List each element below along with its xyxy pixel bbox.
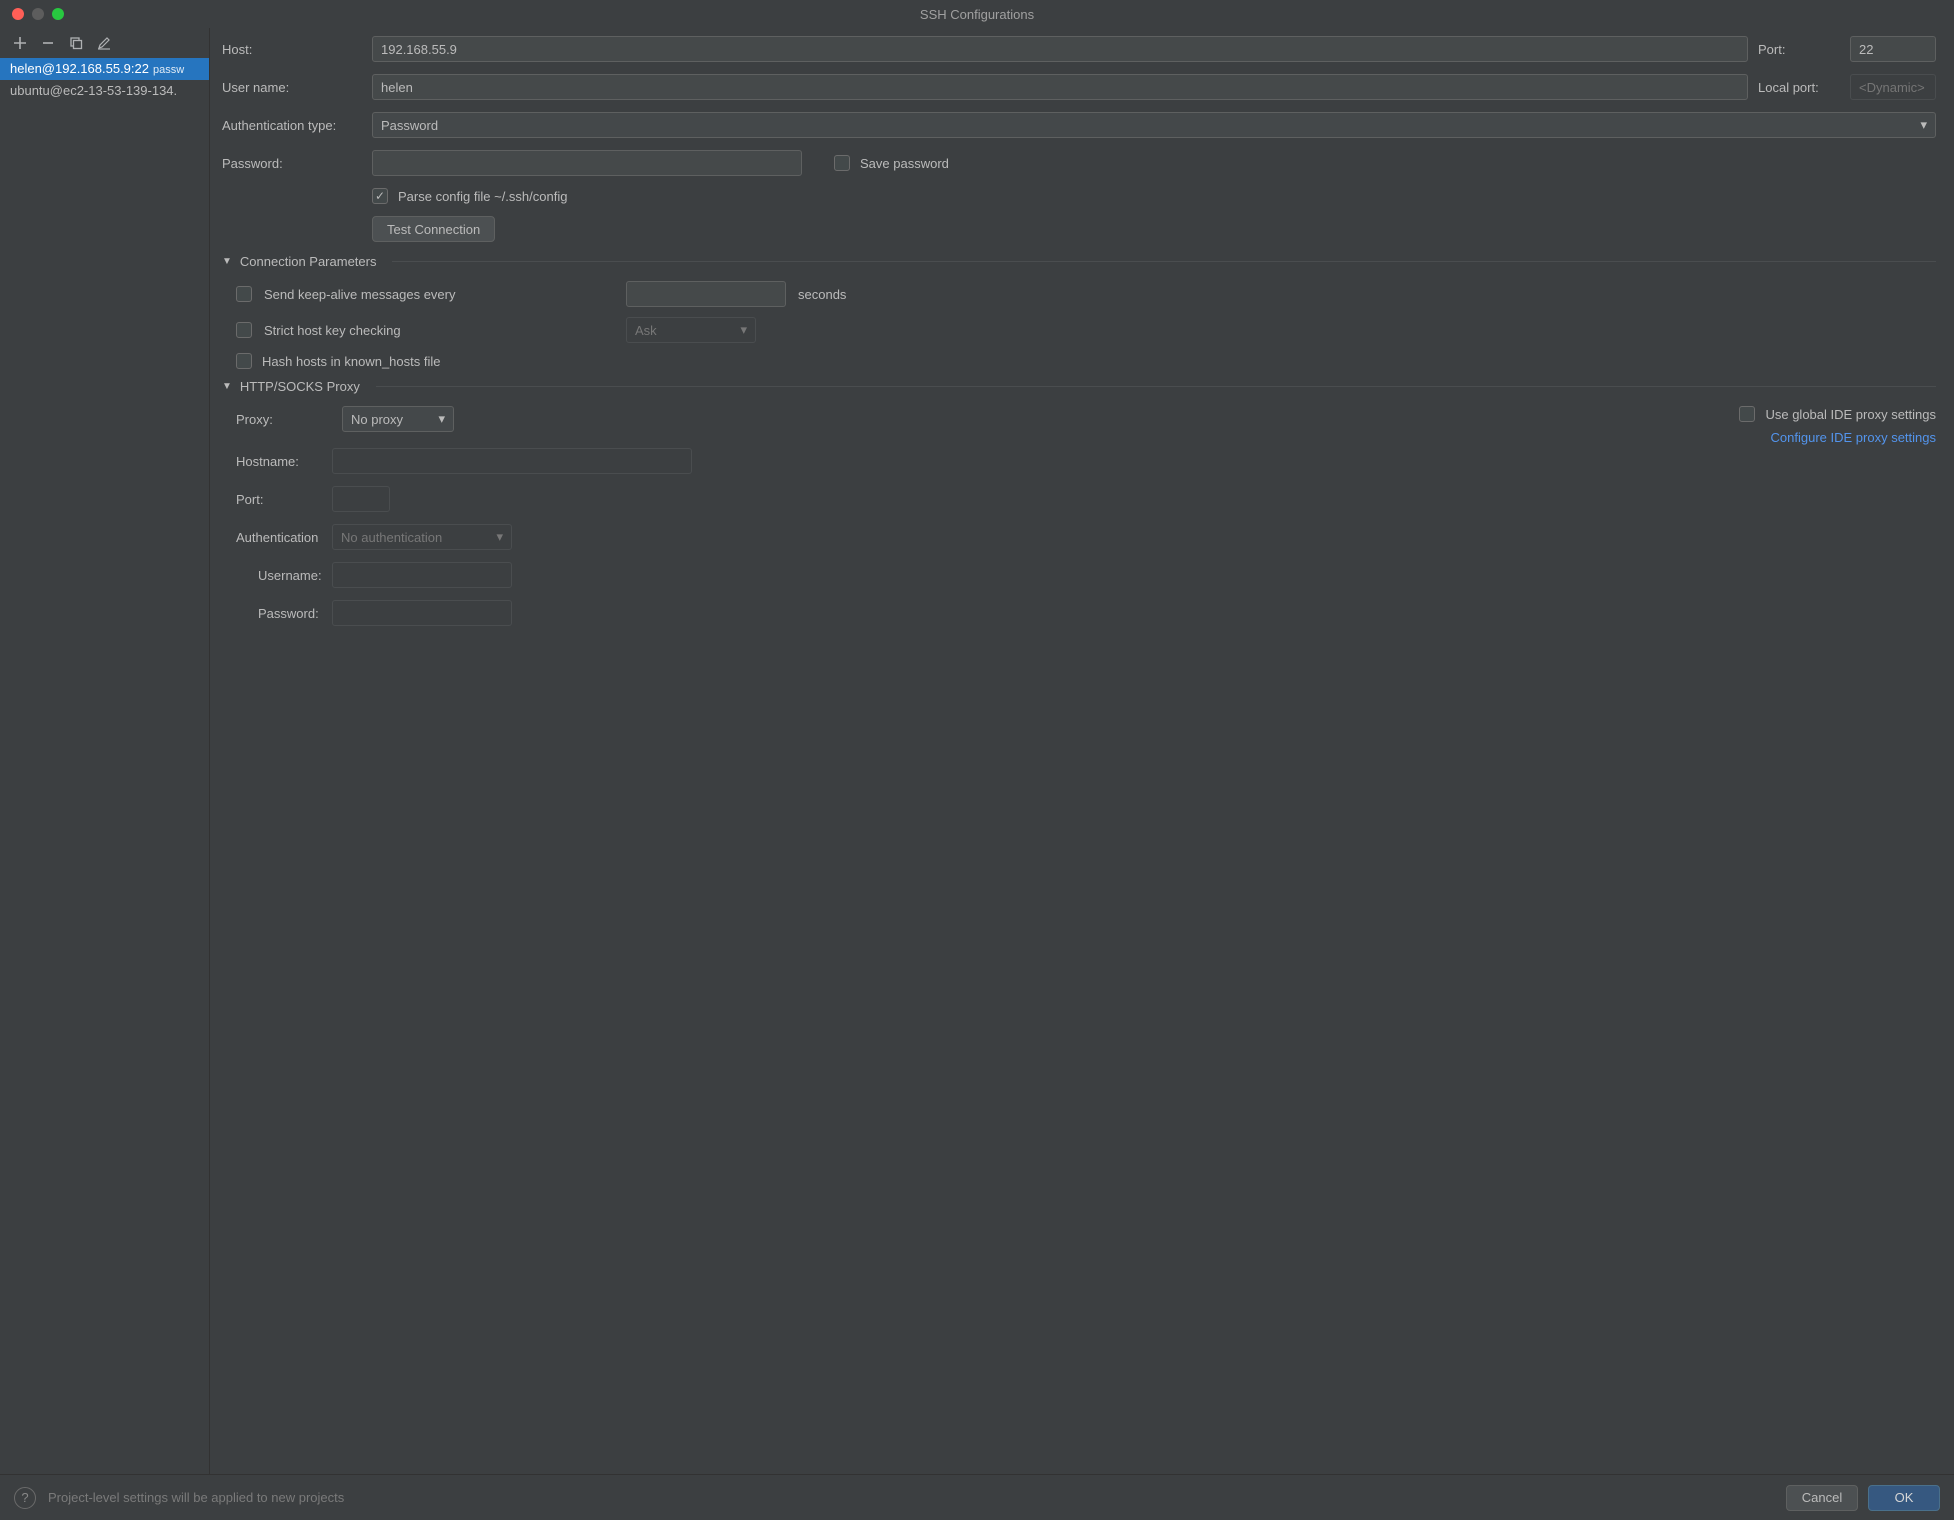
config-list: helen@192.168.55.9:22 passw ubuntu@ec2-13… bbox=[0, 58, 209, 1474]
sidebar: helen@192.168.55.9:22 passw ubuntu@ec2-13… bbox=[0, 28, 210, 1474]
proxy-hostname-label: Hostname: bbox=[236, 454, 332, 469]
keepalive-label: Send keep-alive messages every bbox=[264, 287, 614, 302]
section-title: Connection Parameters bbox=[240, 254, 377, 269]
save-password-label: Save password bbox=[860, 156, 949, 171]
strict-hostkey-select: Ask ▾ bbox=[626, 317, 756, 343]
port-input[interactable] bbox=[1850, 36, 1936, 62]
proxy-select[interactable]: No proxy ▾ bbox=[342, 406, 454, 432]
add-icon[interactable] bbox=[12, 35, 28, 51]
section-proxy[interactable]: ▼ HTTP/SOCKS Proxy bbox=[222, 379, 1936, 394]
list-item[interactable]: helen@192.168.55.9:22 passw bbox=[0, 58, 209, 80]
keepalive-suffix: seconds bbox=[798, 287, 846, 302]
port-label: Port: bbox=[1758, 42, 1840, 57]
authtype-select[interactable]: Password ▾ bbox=[372, 112, 1936, 138]
hash-hosts-label: Hash hosts in known_hosts file bbox=[262, 354, 440, 369]
proxy-auth-select: No authentication ▾ bbox=[332, 524, 512, 550]
proxy-user-input bbox=[332, 562, 512, 588]
localport-input bbox=[1850, 74, 1936, 100]
keepalive-checkbox[interactable] bbox=[236, 286, 252, 302]
parse-config-label: Parse config file ~/.ssh/config bbox=[398, 189, 567, 204]
parse-config-checkbox[interactable] bbox=[372, 188, 388, 204]
window-minimize-button[interactable] bbox=[32, 8, 44, 20]
titlebar: SSH Configurations bbox=[0, 0, 1954, 28]
configure-proxy-link[interactable]: Configure IDE proxy settings bbox=[1771, 430, 1936, 445]
host-input[interactable] bbox=[372, 36, 1748, 62]
copy-icon[interactable] bbox=[68, 35, 84, 51]
username-input[interactable] bbox=[372, 74, 1748, 100]
save-password-checkbox[interactable] bbox=[834, 155, 850, 171]
chevron-down-icon: ▾ bbox=[496, 529, 503, 545]
ok-button[interactable]: OK bbox=[1868, 1485, 1940, 1511]
list-item[interactable]: ubuntu@ec2-13-53-139-134. bbox=[0, 80, 209, 102]
chevron-down-icon: ▾ bbox=[740, 322, 747, 338]
proxy-auth-label: Authentication bbox=[236, 530, 332, 545]
footer: ? Project-level settings will be applied… bbox=[0, 1474, 1954, 1520]
proxy-port-label: Port: bbox=[236, 492, 332, 507]
authtype-label: Authentication type: bbox=[222, 118, 362, 133]
chevron-down-icon: ▾ bbox=[438, 411, 445, 427]
main-panel: Host: Port: User name: Local port: Authe… bbox=[210, 28, 1954, 1474]
keepalive-input[interactable] bbox=[626, 281, 786, 307]
strict-hostkey-label: Strict host key checking bbox=[264, 323, 614, 338]
help-icon[interactable]: ? bbox=[14, 1487, 36, 1509]
window-maximize-button[interactable] bbox=[52, 8, 64, 20]
proxy-hostname-input bbox=[332, 448, 692, 474]
strict-hostkey-value: Ask bbox=[635, 323, 657, 338]
username-label: User name: bbox=[222, 80, 362, 95]
use-global-proxy-checkbox[interactable] bbox=[1739, 406, 1755, 422]
section-connection-params[interactable]: ▼ Connection Parameters bbox=[222, 254, 1936, 269]
chevron-down-icon: ▾ bbox=[1920, 117, 1927, 133]
edit-icon[interactable] bbox=[96, 35, 112, 51]
password-label: Password: bbox=[222, 156, 362, 171]
proxy-port-input bbox=[332, 486, 390, 512]
window-close-button[interactable] bbox=[12, 8, 24, 20]
use-global-proxy-label: Use global IDE proxy settings bbox=[1765, 407, 1936, 422]
test-connection-button[interactable]: Test Connection bbox=[372, 216, 495, 242]
host-label: Host: bbox=[222, 42, 362, 57]
chevron-down-icon: ▼ bbox=[222, 381, 232, 392]
list-item-label: helen@192.168.55.9:22 bbox=[10, 61, 149, 76]
authtype-value: Password bbox=[381, 118, 438, 133]
proxy-pass-input bbox=[332, 600, 512, 626]
proxy-pass-label: Password: bbox=[236, 606, 332, 621]
window-title: SSH Configurations bbox=[0, 7, 1954, 22]
password-input[interactable] bbox=[372, 150, 802, 176]
proxy-value: No proxy bbox=[351, 412, 403, 427]
proxy-auth-value: No authentication bbox=[341, 530, 442, 545]
chevron-down-icon: ▼ bbox=[222, 256, 232, 267]
list-item-label: ubuntu@ec2-13-53-139-134. bbox=[10, 83, 177, 98]
section-title: HTTP/SOCKS Proxy bbox=[240, 379, 360, 394]
remove-icon[interactable] bbox=[40, 35, 56, 51]
cancel-button[interactable]: Cancel bbox=[1786, 1485, 1858, 1511]
localport-label: Local port: bbox=[1758, 80, 1840, 95]
strict-hostkey-checkbox[interactable] bbox=[236, 322, 252, 338]
proxy-user-label: Username: bbox=[236, 568, 332, 583]
footer-hint: Project-level settings will be applied t… bbox=[48, 1490, 344, 1505]
hash-hosts-checkbox[interactable] bbox=[236, 353, 252, 369]
list-item-suffix: passw bbox=[153, 64, 184, 76]
proxy-label: Proxy: bbox=[236, 412, 332, 427]
